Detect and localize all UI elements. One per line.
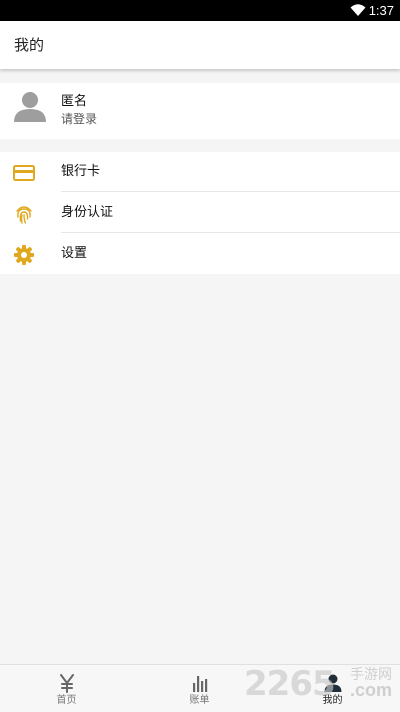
menu-item-label: 银行卡 — [61, 164, 101, 179]
watermark-number: 2265 — [244, 664, 336, 704]
gear-icon — [14, 245, 34, 265]
wifi-icon — [350, 4, 366, 16]
menu-item-identity[interactable]: 身份认证 — [0, 193, 400, 233]
credit-card-icon — [13, 165, 35, 181]
menu-item-label: 设置 — [61, 246, 88, 261]
tab-label: 首页 — [56, 695, 77, 706]
watermark-logo: 2265 手游网 .com — [244, 662, 394, 708]
tab-home[interactable]: 首页 — [0, 665, 133, 712]
profile-name: 匿名 — [61, 94, 88, 109]
bar-chart-icon — [193, 676, 208, 692]
status-time: 1:37 — [368, 3, 394, 18]
yen-icon — [60, 674, 74, 693]
divider — [61, 232, 400, 233]
menu-list: 银行卡 身份认证 设置 — [0, 152, 400, 274]
menu-item-bank-card[interactable]: 银行卡 — [0, 152, 400, 192]
login-hint: 请登录 — [61, 112, 98, 126]
page-title: 我的 — [14, 36, 45, 54]
status-bar: 1:37 — [0, 0, 400, 21]
divider — [61, 191, 400, 192]
avatar-icon — [14, 92, 46, 122]
menu-item-settings[interactable]: 设置 — [0, 234, 400, 274]
app-bar: 我的 — [0, 21, 400, 69]
fingerprint-icon — [16, 206, 32, 224]
watermark-com: .com — [349, 680, 392, 700]
menu-item-label: 身份认证 — [61, 205, 114, 220]
profile-card[interactable]: 匿名 请登录 — [0, 83, 400, 139]
